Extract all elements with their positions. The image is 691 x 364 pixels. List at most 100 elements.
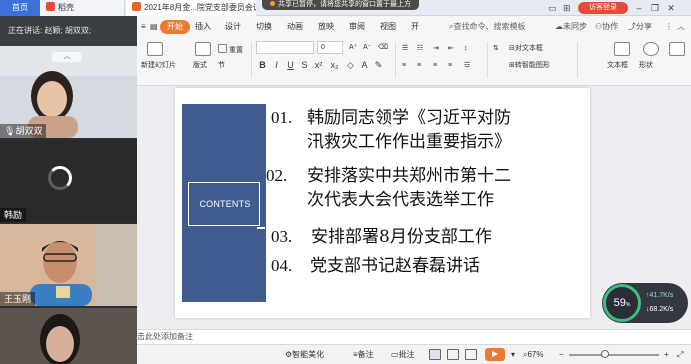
agenda-item-3[interactable]: 03. 安排部署8月份支部工作 xyxy=(271,225,492,249)
tab-home[interactable]: 首页 xyxy=(0,0,40,16)
notes-area[interactable]: 击此处添加备注 xyxy=(137,329,691,344)
slide[interactable]: CONTENTS 01. 韩励同志领学《习近平对防 汛救灾工作作出重要指示》 02… xyxy=(175,88,590,318)
smart-beautify-button[interactable]: ⚙智能美化 xyxy=(285,349,324,361)
slide-sorter-icon[interactable] xyxy=(447,349,459,360)
notes-toggle-button[interactable]: ≡备注 xyxy=(353,349,374,361)
fit-window-icon[interactable]: ⤢ xyxy=(677,349,683,361)
zoom-out-button[interactable]: − xyxy=(559,349,564,361)
subscript-icon[interactable]: x₂ xyxy=(329,59,340,71)
loading-spinner-icon xyxy=(48,166,72,190)
agenda-item-4-number: 04. xyxy=(271,256,293,275)
align-right-icon[interactable]: ≡ xyxy=(433,61,437,70)
font-color-icon[interactable]: A xyxy=(359,59,370,71)
numbered-list-icon[interactable]: ☷ xyxy=(417,44,423,53)
text-box-align-button[interactable]: ⊟对文本框 xyxy=(509,44,543,53)
menu-icon[interactable]: ≡ xyxy=(141,21,146,33)
collaborate-button[interactable]: ⚇协作 xyxy=(595,21,618,33)
bullet-list-icon[interactable]: ☰ xyxy=(402,44,408,53)
convert-smartart-label: 转智能图形 xyxy=(514,62,550,69)
text-direction-icon[interactable]: ⇅ xyxy=(493,44,499,53)
font-family-select[interactable] xyxy=(256,41,314,54)
tab-document[interactable]: 2021年8月金...院党支部委员会议 xyxy=(126,0,256,16)
tab-insert[interactable]: 插入 xyxy=(195,21,211,33)
clear-format-icon[interactable]: ⌫ xyxy=(378,43,388,52)
command-search[interactable]: ⌕查找命令、搜索模板 xyxy=(449,20,535,34)
tab-review[interactable]: 审阅 xyxy=(349,21,365,33)
network-speed-widget[interactable]: 59% ↑41.7K/s ↓68.2K/s xyxy=(602,283,688,323)
new-slide-icon[interactable] xyxy=(147,42,163,56)
collapse-video-button[interactable]: ︿ xyxy=(52,52,82,62)
zoom-in-button[interactable]: + xyxy=(664,349,669,361)
close-icon[interactable]: ✕ xyxy=(664,2,678,14)
clear-icon[interactable]: ◇ xyxy=(345,59,356,71)
underline-icon[interactable]: U xyxy=(285,59,296,71)
play-dropdown-icon[interactable]: ▾ xyxy=(511,349,515,361)
more-options-icon[interactable]: ⋮ xyxy=(665,21,673,33)
italic-icon[interactable]: I xyxy=(271,59,282,71)
grid-icon[interactable]: ⊞ xyxy=(563,3,571,13)
video-tile-1[interactable]: ︿ 🎙胡双双 xyxy=(0,46,137,138)
zoom-slider-knob[interactable] xyxy=(601,350,609,358)
screen-icon[interactable]: ▭ xyxy=(548,3,557,13)
comments-button[interactable]: ▭批注 xyxy=(391,349,415,361)
video-tile-4[interactable] xyxy=(0,308,137,364)
textbox-button[interactable]: 文本框 xyxy=(607,61,628,70)
folder-icon[interactable]: ▤ xyxy=(150,21,158,33)
new-slide-button[interactable]: 新建幻灯片 xyxy=(141,61,176,70)
tab-animation[interactable]: 动画 xyxy=(287,21,303,33)
layout-icon[interactable] xyxy=(195,42,211,56)
restore-icon[interactable]: ❐ xyxy=(648,2,662,14)
reset-button[interactable]: 重置 xyxy=(218,44,243,55)
download-speed-value: 68.2K/s xyxy=(649,306,674,313)
agenda-item-3-line1: 安排部署8月份支部工作 xyxy=(311,227,492,247)
zoom-display[interactable]: ⌕67% xyxy=(523,349,544,361)
agenda-item-4[interactable]: 04. 党支部书记赵春磊讲话 xyxy=(271,254,480,278)
shadow-icon[interactable]: S xyxy=(299,59,310,71)
reading-view-icon[interactable] xyxy=(465,349,477,360)
mic-icon: 🎙 xyxy=(4,126,16,136)
indent-icon[interactable]: ⇥ xyxy=(433,44,439,53)
align-left-icon[interactable]: ≡ xyxy=(402,61,406,70)
minimize-icon[interactable]: – xyxy=(632,2,646,14)
textbox-icon[interactable] xyxy=(614,42,630,56)
tab-design[interactable]: 设计 xyxy=(225,21,241,33)
contents-box: CONTENTS xyxy=(188,182,265,229)
tab-transition[interactable]: 切换 xyxy=(256,21,272,33)
picture-icon[interactable] xyxy=(669,42,685,56)
justify-icon[interactable]: ≡ xyxy=(448,61,452,70)
shape-button[interactable]: 形状 xyxy=(639,61,653,70)
cloud-sync-status[interactable]: ☁未同步 xyxy=(555,21,587,33)
line-spacing-icon[interactable]: ↕ xyxy=(464,44,468,53)
tab-view[interactable]: 视图 xyxy=(380,21,396,33)
distribute-icon[interactable]: ☲ xyxy=(464,61,470,70)
bold-icon[interactable]: B xyxy=(257,59,268,71)
font-size-select[interactable]: 0 xyxy=(317,41,343,54)
agenda-item-2-line2: 次代表大会代表选举工作 xyxy=(307,190,494,210)
video-tile-2[interactable]: 韩励 xyxy=(0,140,137,222)
tab-slideshow[interactable]: 放映 xyxy=(318,21,334,33)
layout-button[interactable]: 版式 xyxy=(193,61,207,70)
tab-developer[interactable]: 开 xyxy=(411,21,419,33)
play-slideshow-button[interactable] xyxy=(485,348,505,361)
share-button[interactable]: ⤴分享 xyxy=(628,21,652,33)
section-button[interactable]: 节 xyxy=(218,61,225,70)
app-tab-bar: 首页 稻壳 2021年8月金...院党支部委员会议 共享已暂停，请将您共享的窗口… xyxy=(0,0,691,16)
collapse-ribbon-icon[interactable]: ︿ xyxy=(677,21,685,33)
align-center-icon[interactable]: ≡ xyxy=(417,61,421,70)
outdent-icon[interactable]: ⇤ xyxy=(448,44,454,53)
decrease-font-icon[interactable]: A⁻ xyxy=(363,43,371,52)
visitor-login-button[interactable]: 访客登录 xyxy=(578,2,628,14)
video-tile-3[interactable]: 王玉刚 xyxy=(0,224,137,306)
tab-docer[interactable]: 稻壳 xyxy=(40,0,125,16)
increase-font-icon[interactable]: A⁺ xyxy=(349,43,357,52)
ribbon-divider-3 xyxy=(487,42,488,78)
shape-icon[interactable] xyxy=(643,42,659,56)
convert-smartart-button[interactable]: ⊞转智能图形 xyxy=(509,61,550,70)
agenda-item-1[interactable]: 01. 韩励同志领学《习近平对防 汛救灾工作作出重要指示》 xyxy=(271,106,511,154)
normal-view-icon[interactable] xyxy=(429,349,441,360)
superscript-icon[interactable]: x² xyxy=(313,59,324,71)
tab-start[interactable]: 开始 xyxy=(160,20,190,34)
highlight-icon[interactable]: ✎ xyxy=(373,59,384,71)
zoom-slider[interactable] xyxy=(569,354,659,356)
agenda-item-2[interactable]: 02. 安排落实中共郑州市第十二 次代表大会代表选举工作 xyxy=(266,164,511,212)
